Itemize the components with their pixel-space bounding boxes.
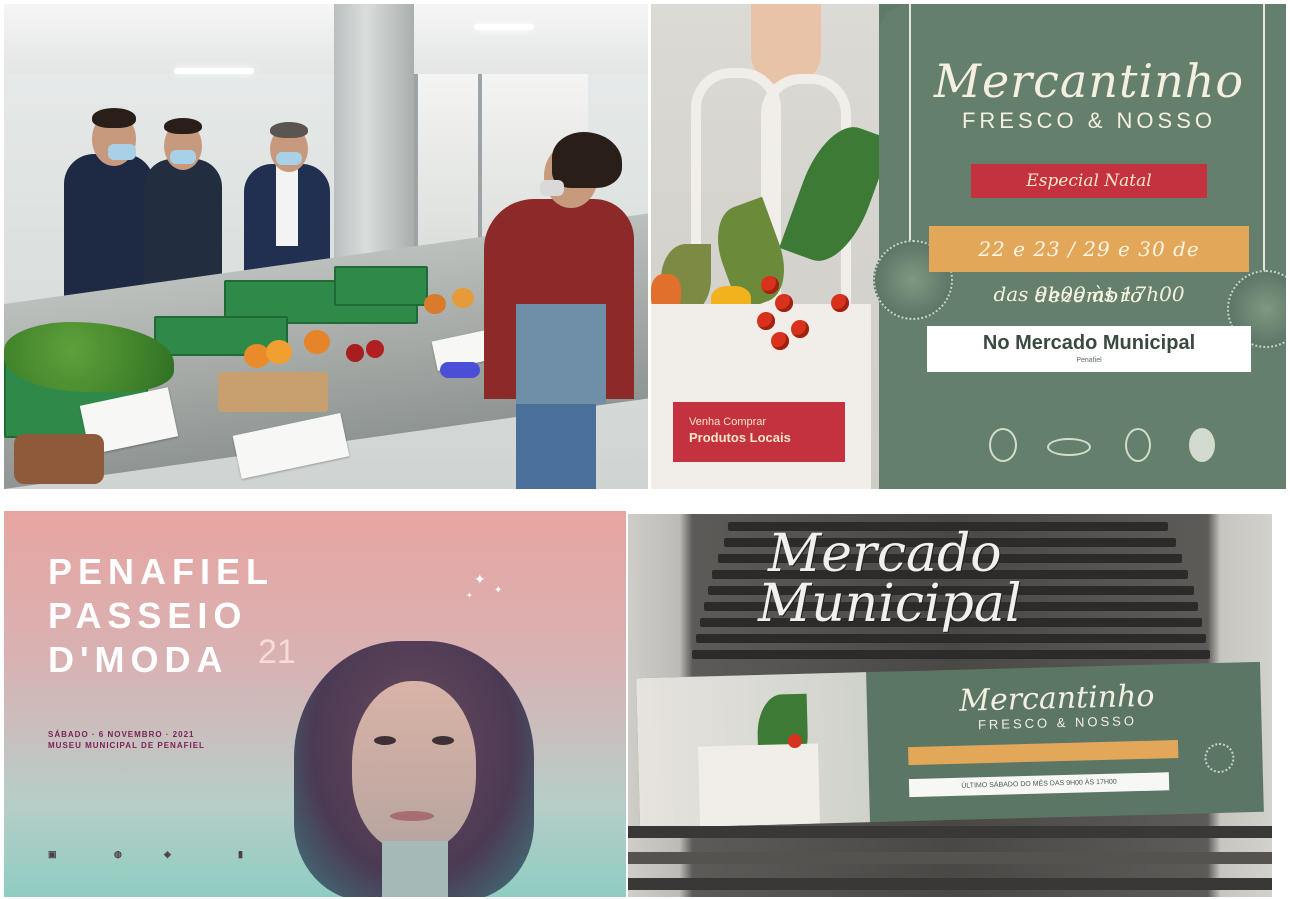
- facade-ledge: [628, 826, 1272, 838]
- apron: [516, 304, 606, 404]
- orange: [266, 340, 292, 364]
- banner-orange-strip: [908, 740, 1179, 766]
- partner-logo-icon: ◈: [164, 849, 171, 859]
- face-mask: [108, 144, 136, 160]
- model-lips: [390, 811, 434, 821]
- year: 21: [258, 633, 296, 671]
- ornament-string: [1263, 4, 1265, 274]
- tag-line1: Venha Comprar: [689, 416, 767, 428]
- ceiling-lamp: [474, 24, 534, 30]
- ceiling-lamp: [174, 68, 254, 74]
- headline-line3: D'MODA: [48, 639, 229, 680]
- tomato: [831, 294, 849, 312]
- face-mask: [540, 180, 564, 196]
- partner-logo-icon: ▣: [48, 849, 57, 859]
- tomato: [771, 332, 789, 350]
- partner-logo-icon: [1047, 438, 1091, 456]
- partner-logo-icon: [989, 428, 1017, 462]
- hand: [751, 4, 821, 84]
- jeans: [516, 404, 596, 489]
- model-face: [352, 681, 476, 851]
- market-photo: [4, 4, 648, 489]
- shirt: [276, 166, 298, 246]
- model-eye: [432, 736, 454, 745]
- date-line: SÁBADO · 6 NOVEMBRO · 2021: [48, 730, 195, 739]
- glove: [440, 362, 480, 378]
- orange: [304, 330, 330, 354]
- banner-bag-photo: [636, 672, 870, 829]
- model-portrait: [294, 641, 534, 897]
- poster-subtitle: FRESCO & NOSSO: [961, 108, 1217, 133]
- facade-ledge: [628, 852, 1272, 864]
- partner-logo-icon: [1125, 428, 1151, 462]
- special-banner: Especial Natal: [971, 164, 1207, 198]
- pillar: [334, 4, 414, 274]
- event-date: SÁBADO · 6 NOVEMBRO · 2021 MUSEU MUNICIP…: [48, 729, 205, 751]
- tomato: [775, 294, 793, 312]
- tote-bag: [697, 743, 821, 827]
- mercado-facade-photo: Mercado Municipal Mercantinho FRESCO & N…: [628, 514, 1272, 897]
- produce: [452, 288, 474, 308]
- venue-line: MUSEU MUNICIPAL DE PENAFIEL: [48, 741, 205, 750]
- face-mask: [276, 152, 302, 165]
- man-3-hair: [270, 122, 308, 138]
- bread-packets: [218, 372, 328, 412]
- venue-name: No Mercado Municipal: [982, 332, 1196, 354]
- facade-slat: [696, 634, 1206, 643]
- jar: [346, 344, 364, 362]
- sparkle-icon: ✦: [494, 585, 503, 596]
- poster-card: Mercantinho FRESCO & NOSSO Especial Nata…: [873, 4, 1286, 489]
- model-neck: [382, 841, 448, 897]
- man-2-hair: [164, 118, 202, 134]
- sparkle-icon: ✦: [466, 591, 473, 600]
- tag-line2: Produtos Locais: [689, 430, 791, 445]
- venue-box: No Mercado Municipal Penafiel: [927, 326, 1251, 372]
- man-1-hair: [92, 108, 136, 128]
- hours-text: das 9h00 às 17h00: [993, 282, 1185, 306]
- produce-crate: [334, 266, 428, 306]
- headline-line1: PENAFIEL: [48, 551, 275, 592]
- sign-line2: Municipal: [758, 574, 1022, 634]
- sparkle-icon: ✦: [474, 571, 486, 587]
- christmas-ornament-icon: [1204, 742, 1235, 774]
- tomato: [757, 312, 775, 330]
- bag-photo: Venha Comprar Produtos Locais: [651, 4, 893, 489]
- penafiel-poster: PENAFIEL PASSEIO D'MODA 21 ✦ ✦ ✦ SÁBADO …: [4, 511, 626, 897]
- dates-banner: 22 e 23 / 29 e 30 de dezembro: [929, 226, 1249, 307]
- facade-slat: [692, 650, 1210, 659]
- banner-white-strip: ÚLTIMO SÁBADO DO MÊS DAS 9H00 ÀS 17H00: [908, 772, 1170, 798]
- face-mask: [170, 150, 196, 164]
- mercantinho-poster: Venha Comprar Produtos Locais Mercantinh…: [651, 4, 1286, 489]
- headline-line2: PASSEIO: [48, 595, 248, 636]
- bean-bag: [14, 434, 104, 484]
- ceiling: [4, 4, 648, 74]
- local-products-tag: Venha Comprar Produtos Locais: [673, 402, 845, 462]
- tomato: [761, 276, 779, 294]
- partner-logo-icon: ◍: [114, 849, 122, 859]
- partner-logo-icon: ▮: [238, 849, 243, 859]
- facade-ledge: [628, 878, 1272, 890]
- tomato: [791, 320, 809, 338]
- mercantinho-banner: Mercantinho FRESCO & NOSSO ÚLTIMO SÁBADO…: [636, 661, 1264, 829]
- vendor-hair: [552, 132, 622, 188]
- jar: [366, 340, 384, 358]
- venue-address: Penafiel: [1076, 357, 1102, 364]
- poster-title: Mercantinho: [933, 54, 1245, 108]
- produce: [424, 294, 446, 314]
- model-eye: [374, 736, 396, 745]
- municipality-logo-icon: [1189, 428, 1215, 462]
